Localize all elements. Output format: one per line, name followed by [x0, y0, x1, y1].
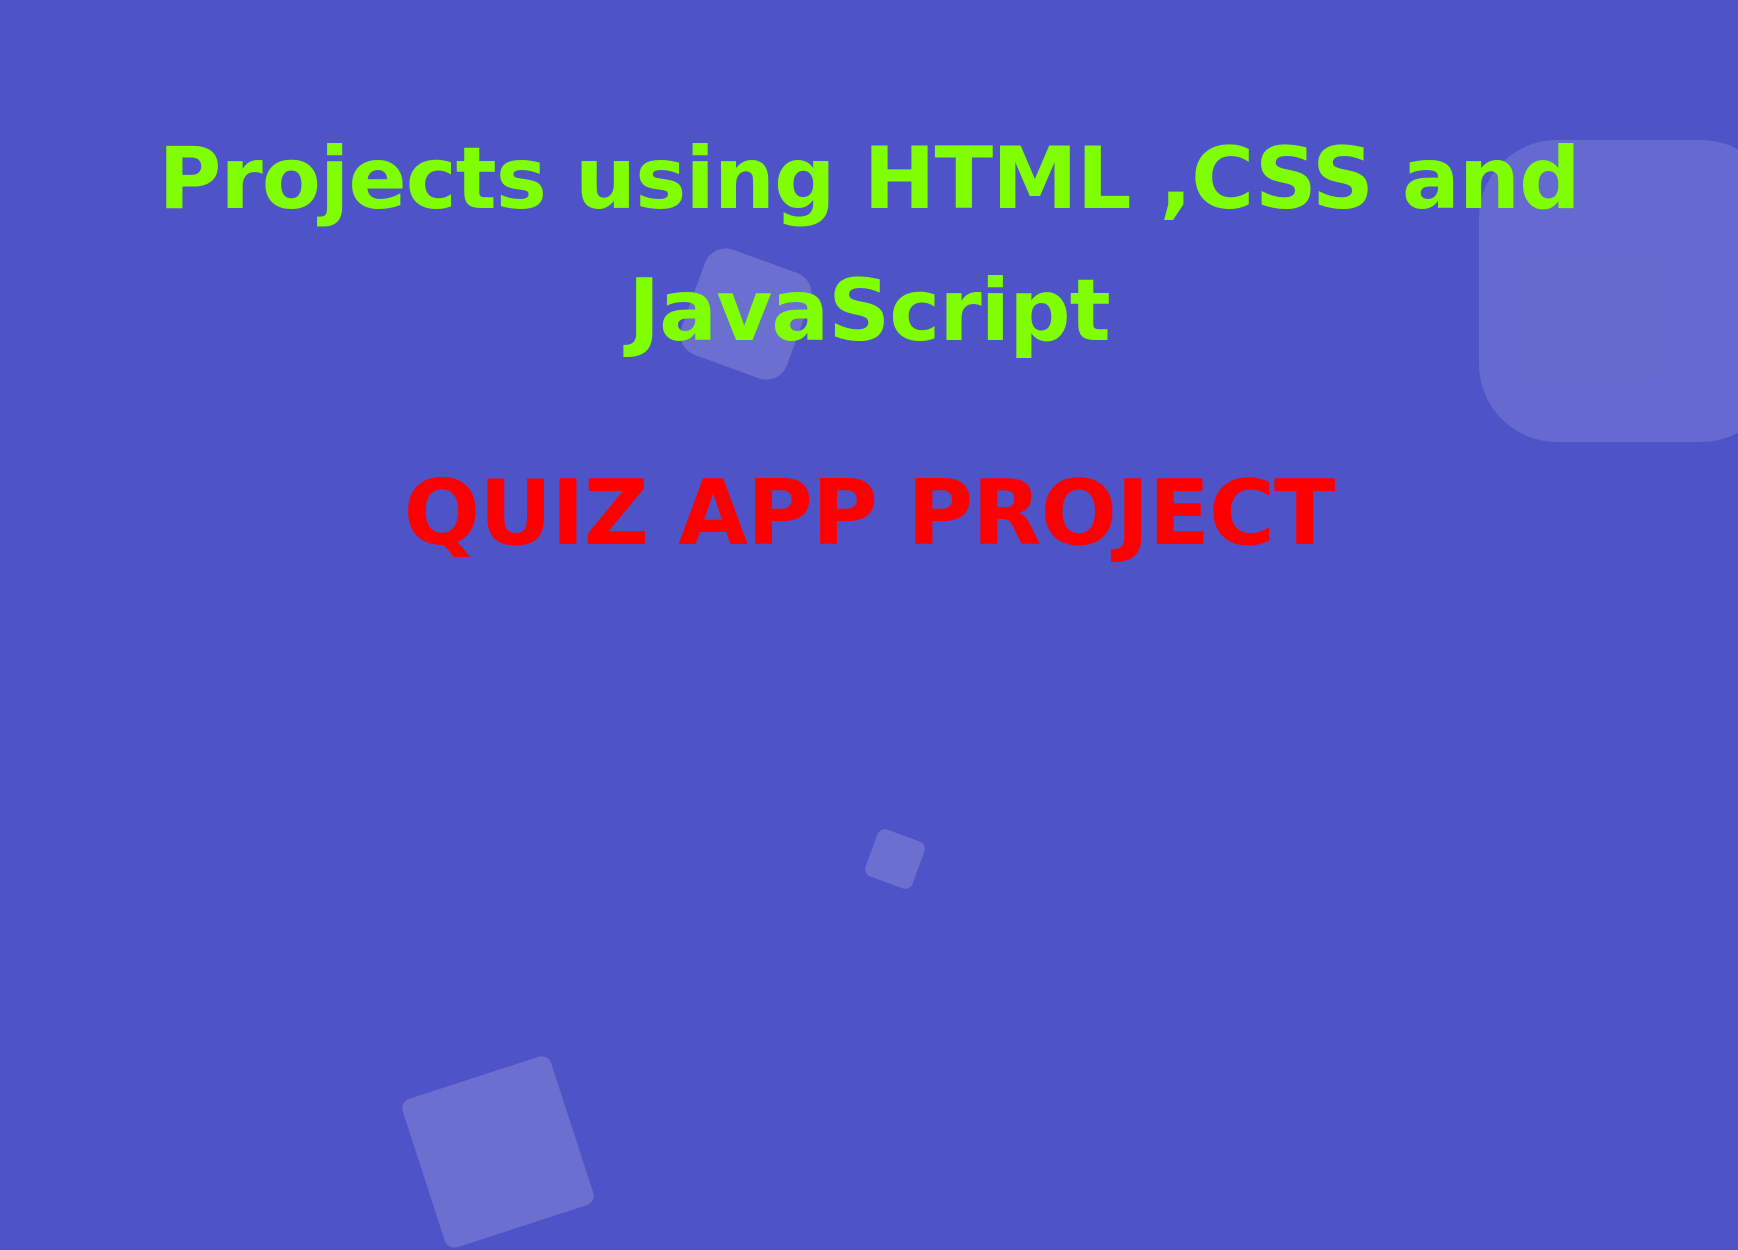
decorative-square-bottom	[399, 1053, 597, 1250]
page-title: Projects using HTML ,CSS and JavaScript	[158, 129, 1580, 361]
page-subtitle: QUIZ APP PROJECT	[403, 461, 1336, 566]
decorative-square-small	[862, 826, 928, 892]
